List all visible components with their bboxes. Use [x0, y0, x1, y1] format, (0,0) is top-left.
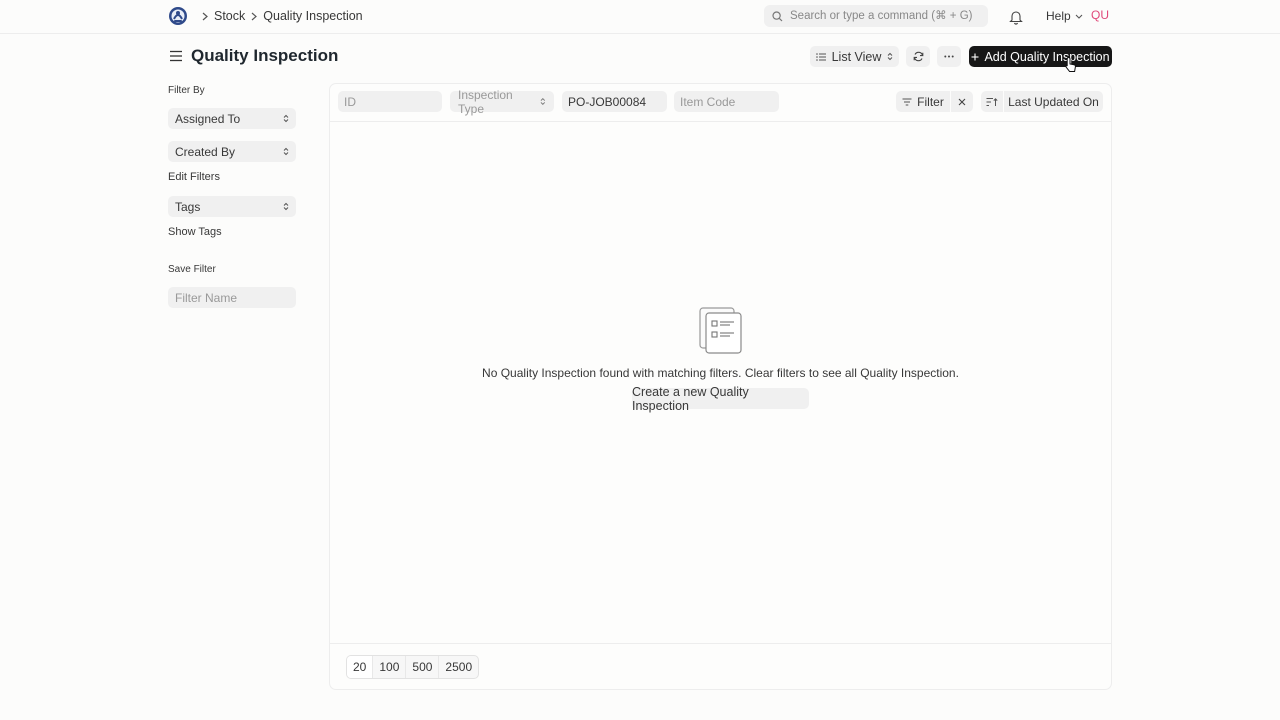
- more-options-button[interactable]: [937, 46, 961, 67]
- sort-order-button[interactable]: [981, 91, 1003, 112]
- create-new-quality-inspection-button[interactable]: Create a new Quality Inspection: [632, 385, 809, 413]
- select-arrows-icon: [888, 52, 893, 61]
- add-quality-inspection-button[interactable]: Add Quality Inspection: [969, 46, 1112, 67]
- filter-button[interactable]: Filter: [896, 91, 950, 112]
- assigned-to-select[interactable]: Assigned To: [168, 108, 296, 129]
- list-icon: [815, 52, 826, 61]
- chevron-right-icon: [202, 12, 208, 21]
- list-view-label: List View: [831, 49, 882, 64]
- created-by-select[interactable]: Created By: [168, 141, 296, 162]
- filter-icon: [902, 98, 912, 105]
- ellipsis-icon: [944, 55, 954, 58]
- hamburger-icon[interactable]: [169, 50, 183, 62]
- filter-label: Filter: [917, 94, 944, 109]
- page-length-selector: 20 100 500 2500: [346, 655, 480, 679]
- search-input[interactable]: [790, 10, 980, 22]
- add-button-label: Add Quality Inspection: [984, 49, 1110, 64]
- created-by-label: Created By: [175, 144, 236, 159]
- search-bar[interactable]: [764, 5, 988, 27]
- filter-name-input[interactable]: [168, 287, 296, 308]
- help-label: Help: [1046, 9, 1071, 23]
- page-length-2500[interactable]: 2500: [439, 656, 478, 678]
- list-frame: Inspection Type Filter: [329, 83, 1112, 690]
- tags-select[interactable]: Tags: [168, 196, 296, 217]
- navbar: Stock Quality Inspection Help QU: [0, 0, 1280, 34]
- filter-by-label: Filter By: [168, 85, 205, 96]
- inspection-type-label: Inspection Type: [458, 87, 513, 116]
- chevron-down-icon: [1075, 14, 1083, 19]
- breadcrumb-quality-inspection[interactable]: Quality Inspection: [263, 9, 362, 23]
- refresh-icon: [913, 51, 923, 62]
- select-arrows-icon: [540, 97, 546, 106]
- page-length-20[interactable]: 20: [347, 656, 374, 678]
- edit-filters-link[interactable]: Edit Filters: [168, 171, 220, 183]
- show-tags-link[interactable]: Show Tags: [168, 226, 222, 238]
- select-arrows-icon: [283, 202, 289, 211]
- standard-filter-row: Inspection Type Filter: [330, 84, 1111, 122]
- sort-field-button[interactable]: Last Updated On: [1004, 91, 1103, 112]
- save-filter-label: Save Filter: [168, 264, 216, 275]
- id-filter-input[interactable]: [338, 91, 442, 112]
- list-view-button[interactable]: List View: [810, 46, 899, 67]
- sort-label: Last Updated On: [1008, 94, 1099, 109]
- avatar[interactable]: QU: [1091, 8, 1109, 22]
- reference-filter-input[interactable]: [562, 91, 667, 112]
- help-menu[interactable]: Help: [1046, 9, 1083, 23]
- item-code-filter-input[interactable]: [674, 91, 779, 112]
- sort-icon: [986, 97, 998, 106]
- app-logo-icon[interactable]: [168, 5, 188, 27]
- page-title: Quality Inspection: [191, 46, 339, 65]
- plus-icon: [971, 53, 979, 60]
- assigned-to-label: Assigned To: [175, 111, 241, 126]
- close-icon: [958, 98, 966, 105]
- empty-state-message: No Quality Inspection found with matchin…: [482, 366, 959, 380]
- select-arrows-icon: [283, 114, 289, 123]
- bell-icon[interactable]: [1009, 9, 1023, 25]
- search-icon: [772, 10, 783, 21]
- chevron-right-icon: [251, 12, 258, 21]
- inspection-type-select[interactable]: Inspection Type: [450, 88, 554, 116]
- mouse-cursor-icon: [1065, 56, 1076, 72]
- clear-filter-button[interactable]: [951, 91, 973, 112]
- select-arrows-icon: [283, 147, 289, 156]
- empty-list-icon: [699, 307, 742, 354]
- page-length-500[interactable]: 500: [406, 656, 440, 678]
- tags-label: Tags: [175, 199, 201, 214]
- page-length-100[interactable]: 100: [373, 656, 407, 678]
- breadcrumb-stock[interactable]: Stock: [214, 9, 245, 23]
- refresh-button[interactable]: [906, 46, 930, 67]
- paging-divider: [330, 643, 1111, 644]
- breadcrumb: Stock Quality Inspection: [196, 9, 363, 23]
